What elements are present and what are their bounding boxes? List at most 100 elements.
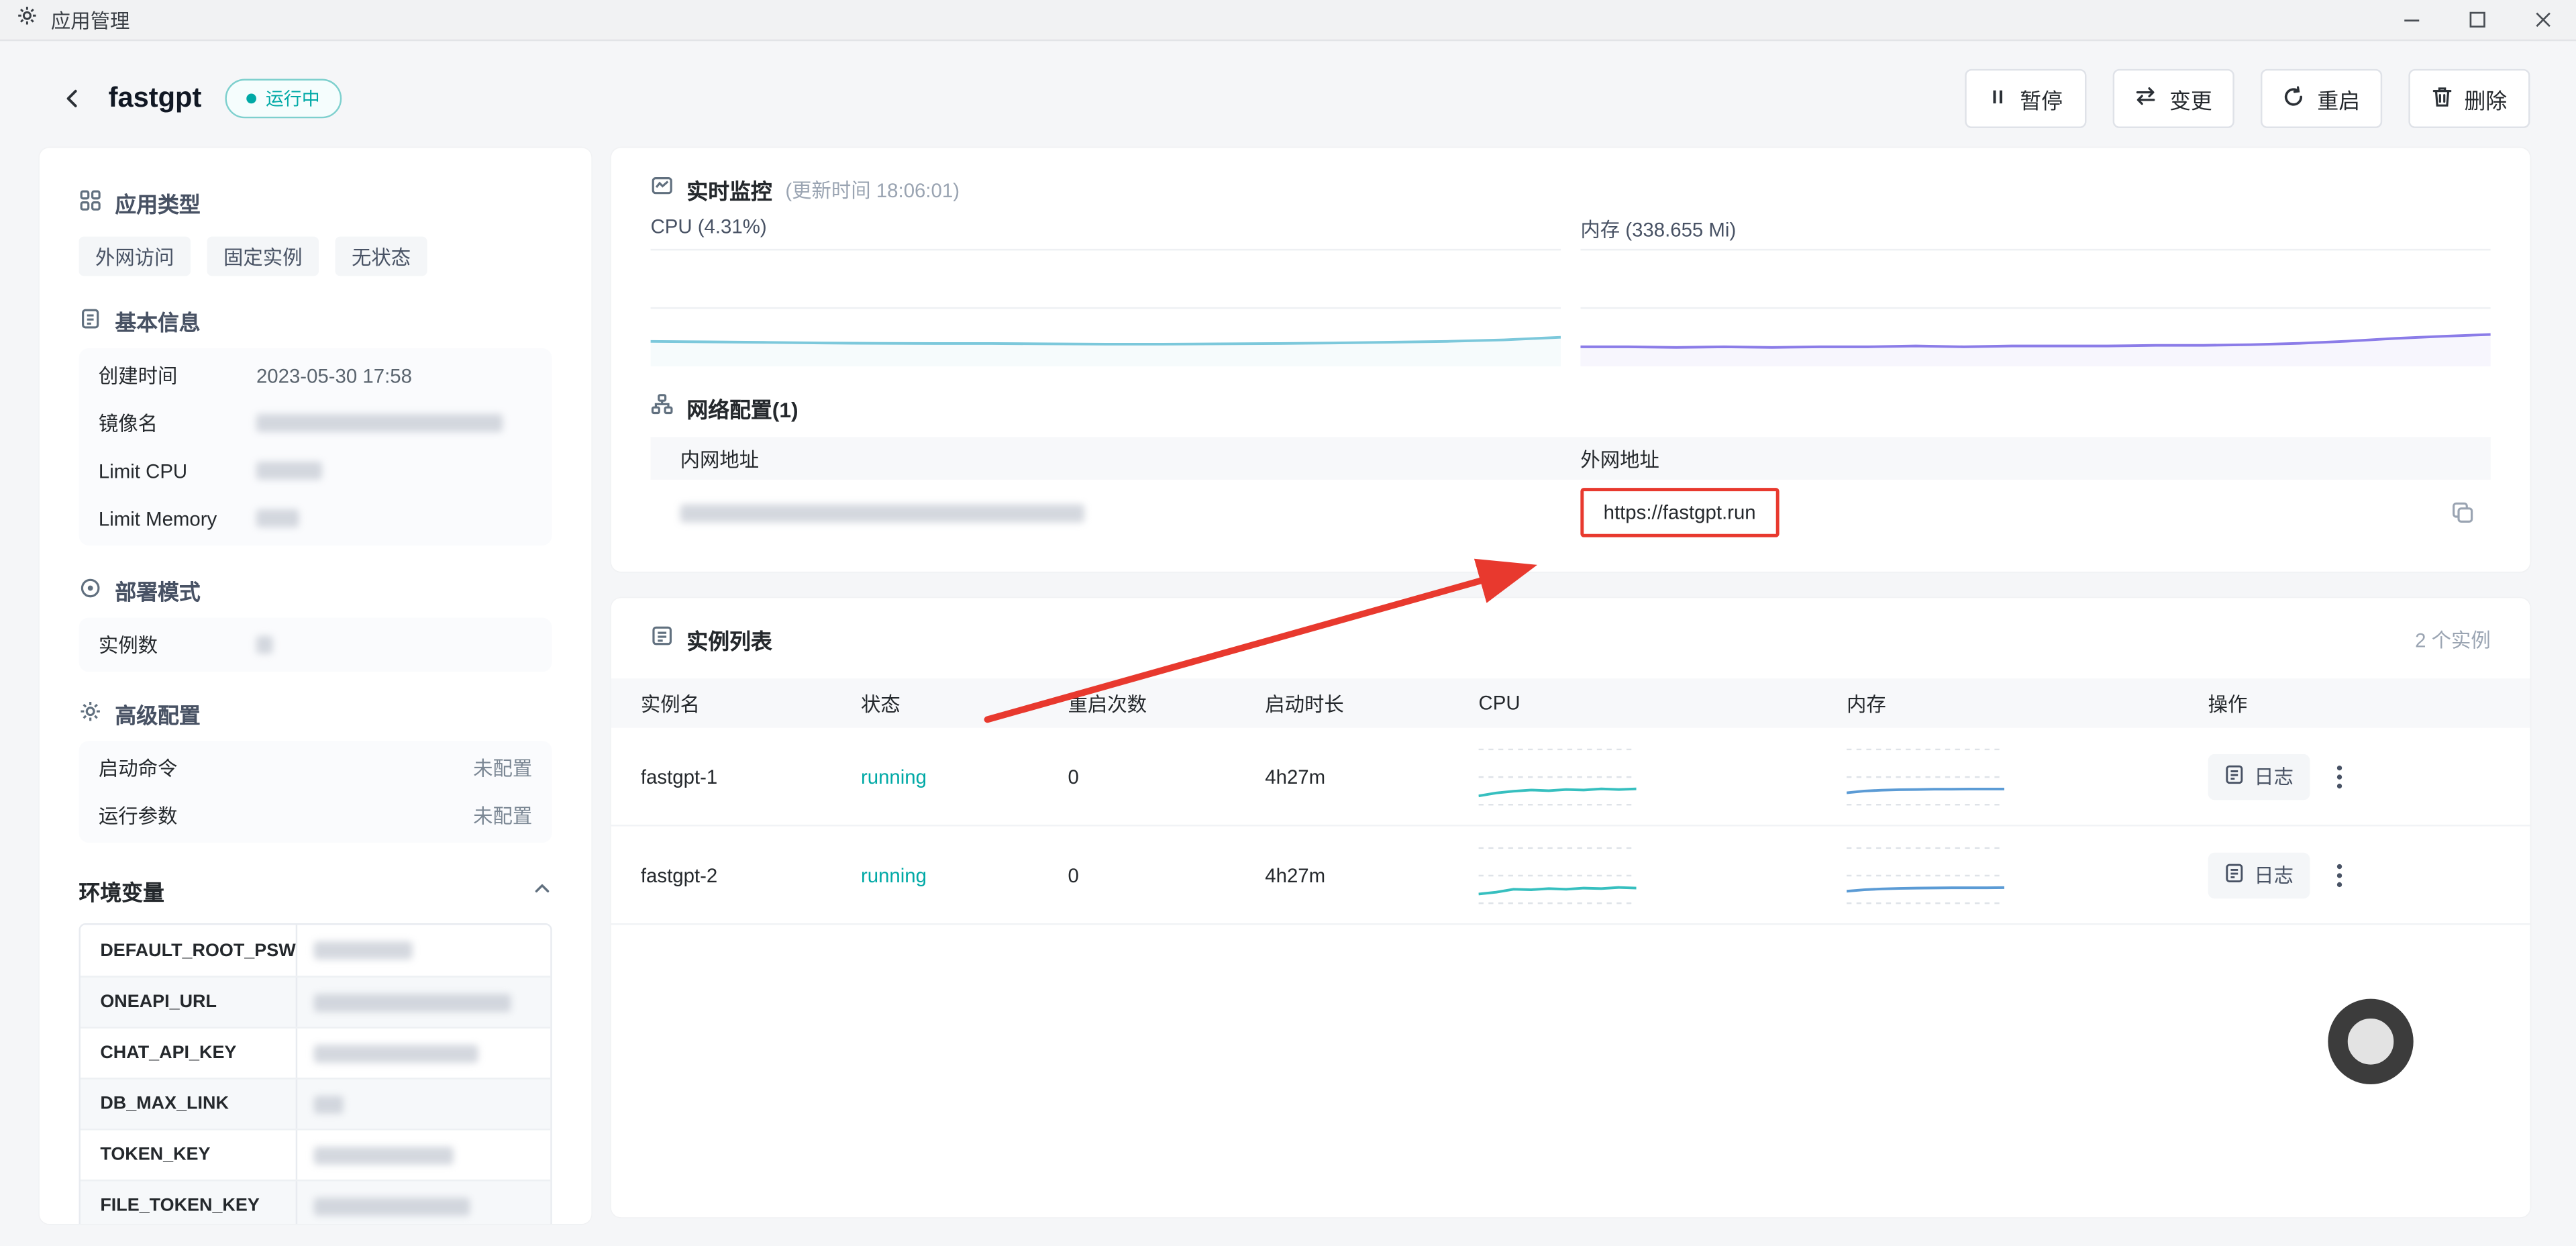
restart-button[interactable]: 重启 [2261, 69, 2382, 128]
env-row: ONEAPI_URL [81, 976, 550, 1027]
swap-arrows-icon [2135, 85, 2158, 111]
pause-label: 暂停 [2020, 83, 2063, 115]
col-operations: 操作 [2179, 678, 2530, 727]
restart-icon [2283, 85, 2306, 113]
blurred-value [314, 1146, 454, 1164]
deploy-mode-block: 实例数 [79, 618, 552, 672]
pause-button[interactable]: 暂停 [1965, 69, 2086, 128]
gear-icon [79, 699, 102, 727]
instance-status: running [831, 728, 1038, 825]
grid-icon [79, 188, 102, 216]
log-file-icon [2224, 763, 2244, 789]
window-titlebar: 应用管理 [0, 0, 2576, 41]
change-button[interactable]: 变更 [2113, 69, 2234, 128]
back-button[interactable] [56, 82, 89, 115]
col-cpu: CPU [1449, 678, 1816, 727]
main-content: 实时监控 (更新时间 18:06:01) CPU (4.31%) 内存 (338… [611, 148, 2530, 1217]
kebab-menu-icon[interactable] [2336, 862, 2343, 888]
instance-restarts: 0 [1038, 728, 1235, 825]
env-vars-toggle[interactable]: 环境变量 [79, 876, 552, 907]
page-header: fastgpt 运行中 暂停 变更 重启 删除 [56, 66, 2530, 132]
instance-row: fastgpt-2 running 0 4h27m 日志 [611, 827, 2530, 925]
target-icon [79, 576, 102, 604]
log-file-icon [2224, 862, 2244, 888]
memory-chart-panel: 内存 (338.655 Mi) [1580, 215, 2490, 366]
info-row-limit-memory: Limit Memory [99, 495, 532, 542]
app-window: 应用管理 fastgpt 运行中 暂停 [0, 0, 2576, 1246]
external-url[interactable]: https://fastgpt.run [1580, 488, 1779, 537]
env-row: DB_MAX_LINK [81, 1078, 550, 1129]
network-header: 网络配置(1) [651, 393, 2491, 424]
pause-icon [1989, 87, 2008, 111]
delete-label: 删除 [2465, 83, 2508, 115]
col-internal-address: 内网地址 [651, 444, 1571, 472]
col-external-address: 外网地址 [1571, 444, 2491, 472]
cpu-chart-label: CPU (4.31%) [651, 215, 1561, 245]
instance-status: running [831, 827, 1038, 923]
advanced-block: 启动命令 未配置 运行参数 未配置 [79, 741, 552, 843]
app-gear-icon [16, 5, 38, 34]
window-title: 应用管理 [51, 6, 130, 34]
info-row-start-command: 启动命令 未配置 [99, 744, 532, 792]
external-url-text: https://fastgpt.run [1604, 501, 1756, 524]
col-restarts: 重启次数 [1038, 678, 1235, 727]
cpu-chart-panel: CPU (4.31%) [651, 215, 1561, 366]
status-dot-icon [246, 94, 256, 104]
network-table: 内网地址 外网地址 https://fastgpt.run [651, 437, 2491, 546]
logs-label: 日志 [2254, 762, 2294, 790]
section-advanced: 高级配置 [79, 698, 552, 728]
tag-external-access: 外网访问 [79, 237, 191, 276]
network-title: 网络配置(1) [686, 393, 798, 424]
network-icon [651, 393, 674, 424]
env-vars-title: 环境变量 [79, 876, 164, 907]
blurred-internal-address [680, 503, 1084, 521]
blurred-value [314, 941, 413, 959]
logs-button[interactable]: 日志 [2208, 851, 2310, 898]
window-maximize-button[interactable] [2444, 0, 2510, 40]
instances-header: 实例列表 2 个实例 [611, 624, 2530, 656]
logs-label: 日志 [2254, 861, 2294, 889]
status-label: 运行中 [266, 85, 320, 111]
tag-fixed-instance: 固定实例 [207, 237, 319, 276]
memory-chart [1580, 245, 2490, 366]
copy-icon[interactable] [2451, 501, 2474, 524]
info-row-limit-cpu: Limit CPU [99, 447, 532, 495]
restart-label: 重启 [2317, 83, 2360, 115]
sidebar: 应用类型 外网访问 固定实例 无状态 基本信息 创建时间 2023-05-30 … [40, 148, 592, 1224]
env-row: CHAT_API_KEY [81, 1027, 550, 1078]
kebab-menu-icon[interactable] [2336, 763, 2343, 789]
monitor-update-time: (更新时间 18:06:01) [785, 176, 960, 204]
blurred-value [256, 636, 272, 654]
info-row-run-params: 运行参数 未配置 [99, 792, 532, 839]
logs-button[interactable]: 日志 [2208, 754, 2310, 800]
page-title: fastgpt [109, 82, 202, 115]
col-memory: 内存 [1817, 678, 2179, 727]
not-configured-value: 未配置 [473, 754, 532, 782]
header-actions: 暂停 变更 重启 删除 [1965, 69, 2530, 128]
monitor-icon [651, 174, 674, 206]
network-table-header: 内网地址 外网地址 [651, 437, 2491, 480]
change-label: 变更 [2169, 83, 2212, 115]
window-minimize-button[interactable] [2379, 0, 2444, 40]
instance-memory-chart [1847, 840, 2004, 909]
delete-button[interactable]: 删除 [2408, 69, 2530, 128]
env-row: DEFAULT_ROOT_PSW [81, 925, 550, 976]
instances-table-header: 实例名 状态 重启次数 启动时长 CPU 内存 操作 [611, 678, 2530, 727]
instances-count: 2 个实例 [2415, 626, 2491, 654]
section-deploy-mode: 部署模式 [79, 575, 552, 605]
section-title: 高级配置 [115, 697, 200, 729]
trash-icon [2432, 85, 2453, 113]
basic-info-block: 创建时间 2023-05-30 17:58 镜像名 Limit CPU Limi… [79, 348, 552, 546]
window-close-button[interactable] [2510, 0, 2576, 40]
env-vars-table: DEFAULT_ROOT_PSW ONEAPI_URL CHAT_API_KEY… [79, 923, 552, 1224]
env-row: TOKEN_KEY [81, 1129, 550, 1180]
instance-name: fastgpt-1 [611, 728, 831, 825]
env-row: FILE_TOKEN_KEY [81, 1180, 550, 1224]
instance-memory-chart [1847, 741, 2004, 811]
instance-cpu-chart [1479, 840, 1637, 909]
app-type-tags: 外网访问 固定实例 无状态 [79, 237, 552, 276]
section-basic-info: 基本信息 [79, 305, 552, 335]
blurred-value [314, 1044, 478, 1062]
blurred-value [256, 414, 503, 432]
blurred-value [256, 509, 299, 527]
